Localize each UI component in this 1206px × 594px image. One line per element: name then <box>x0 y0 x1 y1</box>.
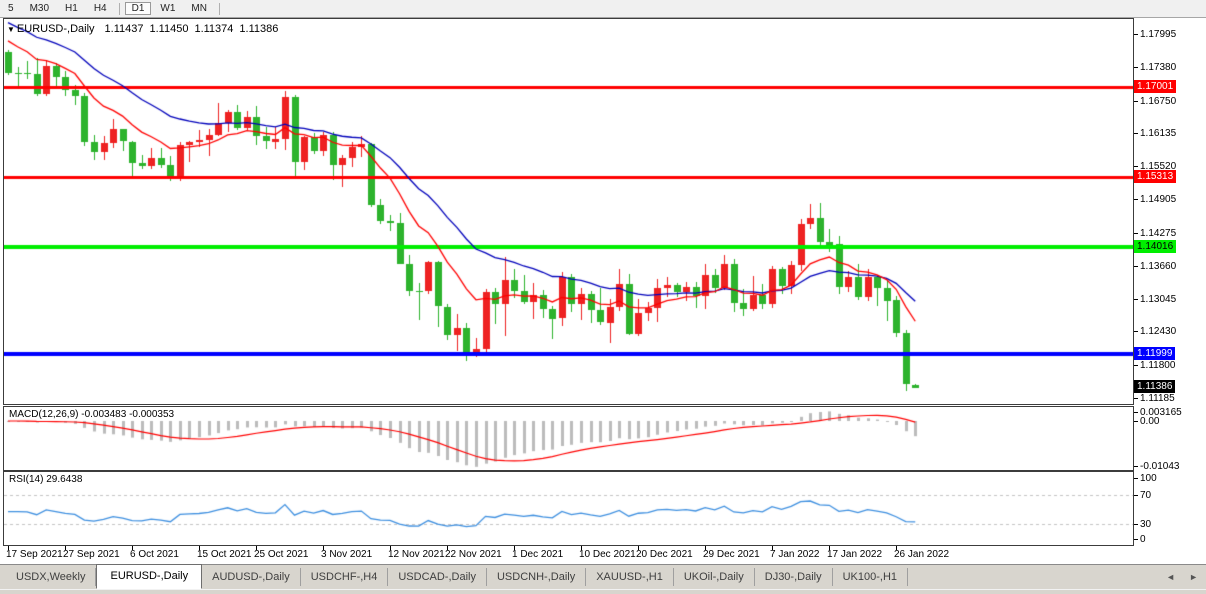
tab-scroll-right-icon[interactable]: ► <box>1189 572 1198 582</box>
tab-scroll-left-icon[interactable]: ◄ <box>1166 572 1175 582</box>
date-tick-label: 15 Oct 2021 <box>197 549 251 560</box>
axis-tick <box>1134 524 1138 525</box>
axis-tick <box>1134 365 1138 366</box>
axis-tick <box>1134 398 1138 399</box>
chart-tab-eurusd-daily[interactable]: EURUSD-,Daily <box>96 564 202 589</box>
chart-tab-usdx-weekly[interactable]: USDX,Weekly <box>6 568 96 586</box>
timeframe-button-w1[interactable]: W1 <box>153 2 182 15</box>
rsi-tick-label: 0 <box>1140 534 1146 545</box>
price-badge-1.11386: 1.11386 <box>1134 380 1175 393</box>
date-tick-label: 7 Jan 2022 <box>770 549 820 560</box>
price-badge-1.17001: 1.17001 <box>1134 80 1176 93</box>
price-tick-label: 1.14275 <box>1140 228 1176 239</box>
ohlc-low: 1.11374 <box>194 23 233 35</box>
axis-tick <box>1134 34 1138 35</box>
timeframe-button-m30[interactable]: M30 <box>23 2 56 15</box>
timeframe-button-d1[interactable]: D1 <box>125 2 152 15</box>
price-tick-label: 1.16750 <box>1140 96 1176 107</box>
axis-tick <box>1134 539 1138 540</box>
rsi-panel <box>3 471 1134 546</box>
date-tick-label: 1 Dec 2021 <box>512 549 563 560</box>
main-chart-canvas[interactable] <box>4 19 1133 404</box>
timeframe-button-5[interactable]: 5 <box>1 2 21 15</box>
timeframe-toolbar: 5M30H1H4 D1W1MN <box>0 0 1206 18</box>
macd-tick-label: 0.00 <box>1140 416 1159 427</box>
date-tick-label: 22 Nov 2021 <box>445 549 502 560</box>
toolbar-separator <box>119 3 120 15</box>
toolbar-separator <box>219 3 220 15</box>
rsi-tick-label: 100 <box>1140 473 1157 484</box>
price-tick-label: 1.11185 <box>1140 393 1175 404</box>
rsi-tick-label: 30 <box>1140 519 1151 530</box>
price-tick-label: 1.14905 <box>1140 194 1176 205</box>
ohlc-open: 1.11437 <box>105 23 144 35</box>
axis-tick <box>1134 266 1138 267</box>
chart-tab-usdcad-daily[interactable]: USDCAD-,Daily <box>388 568 487 586</box>
axis-tick <box>1134 331 1138 332</box>
chart-tab-ukoil-daily[interactable]: UKOil-,Daily <box>674 568 755 586</box>
axis-tick <box>1134 133 1138 134</box>
date-tick-label: 27 Sep 2021 <box>63 549 120 560</box>
axis-tick <box>1134 412 1138 413</box>
price-badge-1.14016: 1.14016 <box>1134 240 1176 253</box>
chart-tab-audusd-daily[interactable]: AUDUSD-,Daily <box>202 568 301 586</box>
chart-tab-bar: USDX,WeeklyEURUSD-,DailyAUDUSD-,DailyUSD… <box>0 564 1206 589</box>
price-tick-label: 1.17995 <box>1140 29 1176 40</box>
price-tick-label: 1.12430 <box>1140 326 1176 337</box>
axis-tick <box>1134 101 1138 102</box>
chart-title: ▼ EURUSD-,Daily 1.11437 1.11450 1.11374 … <box>7 23 284 35</box>
macd-label: MACD(12,26,9) -0.003483 -0.000353 <box>9 409 174 420</box>
axis-tick <box>1134 67 1138 68</box>
price-tick-label: 1.17380 <box>1140 62 1176 73</box>
price-tick-label: 1.16135 <box>1140 128 1176 139</box>
ohlc-close: 1.11386 <box>239 23 278 35</box>
chart-tab-uk100-h1[interactable]: UK100-,H1 <box>833 568 908 586</box>
timeframe-button-h1[interactable]: H1 <box>58 2 85 15</box>
rsi-tick-label: 70 <box>1140 490 1151 501</box>
rsi-canvas[interactable] <box>4 472 1133 545</box>
date-tick-label: 26 Jan 2022 <box>894 549 949 560</box>
date-tick-label: 17 Jan 2022 <box>827 549 882 560</box>
axis-tick <box>1134 466 1138 467</box>
price-tick-label: 1.13660 <box>1140 261 1176 272</box>
axis-tick <box>1134 199 1138 200</box>
bottom-strip <box>0 589 1206 594</box>
date-tick-label: 25 Oct 2021 <box>254 549 308 560</box>
price-badge-1.15313: 1.15313 <box>1134 170 1176 183</box>
ohlc-high: 1.11450 <box>150 23 189 35</box>
price-badge-1.11999: 1.11999 <box>1134 347 1175 360</box>
axis-tick <box>1134 495 1138 496</box>
date-tick-label: 6 Oct 2021 <box>130 549 179 560</box>
timeframe-button-h4[interactable]: H4 <box>87 2 114 15</box>
date-tick-label: 12 Nov 2021 <box>388 549 445 560</box>
chart-symbol-label: EURUSD-,Daily <box>17 23 95 35</box>
axis-tick <box>1134 421 1138 422</box>
chart-tab-usdcnh-daily[interactable]: USDCNH-,Daily <box>487 568 586 586</box>
trading-terminal-window: 5M30H1H4 D1W1MN ▼ EURUSD-,Daily 1.11437 1… <box>0 0 1206 594</box>
axis-tick <box>1134 299 1138 300</box>
timeframe-button-mn[interactable]: MN <box>184 2 214 15</box>
rsi-label: RSI(14) 29.6438 <box>9 474 82 485</box>
date-tick-label: 29 Dec 2021 <box>703 549 760 560</box>
price-tick-label: 1.11800 <box>1140 360 1175 371</box>
chart-tab-usdchf-h4[interactable]: USDCHF-,H4 <box>301 568 389 586</box>
date-tick-label: 17 Sep 2021 <box>6 549 63 560</box>
chart-tab-xauusd-h1[interactable]: XAUUSD-,H1 <box>586 568 674 586</box>
date-tick-label: 10 Dec 2021 <box>579 549 636 560</box>
date-tick-label: 3 Nov 2021 <box>321 549 372 560</box>
main-chart-panel <box>3 18 1134 405</box>
chart-dropdown-icon[interactable]: ▼ <box>7 25 15 34</box>
tab-scroll-controls: ◄ ► <box>1166 572 1198 582</box>
date-tick-label: 20 Dec 2021 <box>636 549 693 560</box>
macd-tick-label: -0.01043 <box>1140 461 1179 472</box>
axis-tick <box>1134 478 1138 479</box>
axis-tick <box>1134 166 1138 167</box>
axis-tick <box>1134 233 1138 234</box>
chart-tab-dj30-daily[interactable]: DJ30-,Daily <box>755 568 833 586</box>
price-tick-label: 1.13045 <box>1140 294 1176 305</box>
